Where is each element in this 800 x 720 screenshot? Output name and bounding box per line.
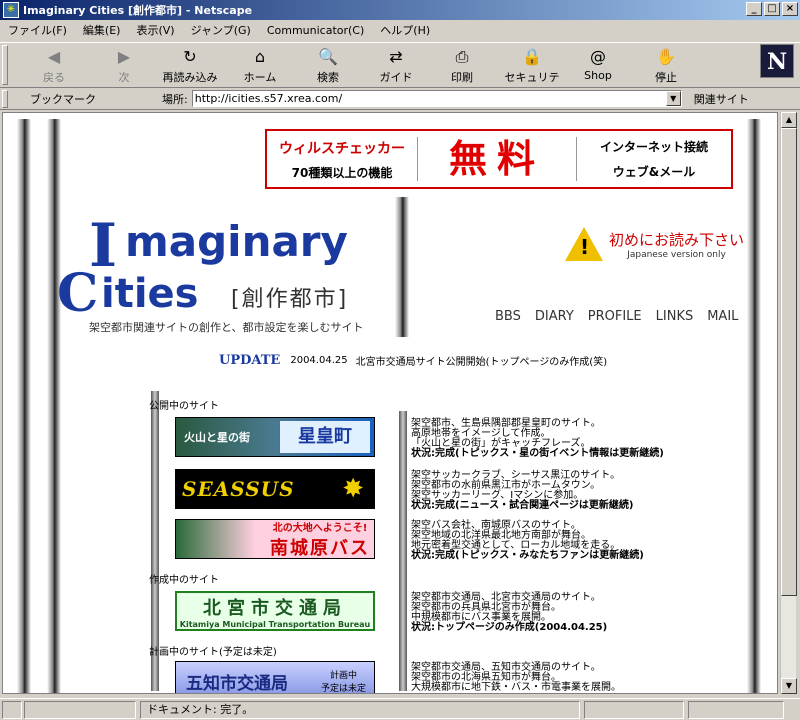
menu-help[interactable]: ヘルプ(H) bbox=[380, 22, 430, 38]
url-input[interactable]: http://icities.s57.xrea.com/ ▼ bbox=[191, 90, 682, 107]
lock-icon: 🔒 bbox=[522, 47, 542, 66]
update-date: 2004.04.25 bbox=[290, 355, 348, 366]
nav-bbs[interactable]: BBS bbox=[495, 309, 521, 324]
nav-profile[interactable]: PROFILE bbox=[588, 309, 642, 324]
navigation-toolbar: ◀戻る ▶次 ↻再読み込み ⌂ホーム 🔍検索 ⇄ガイド ⎙印刷 🔒セキュリティ … bbox=[0, 42, 800, 100]
search-icon: 🔍 bbox=[318, 47, 338, 66]
bookmarks-button[interactable]: ブックマーク bbox=[30, 91, 96, 107]
home-icon: ⌂ bbox=[254, 47, 266, 66]
section-open-label: 公開中のサイト bbox=[149, 401, 219, 412]
menu-edit[interactable]: 編集(E) bbox=[83, 22, 121, 38]
shop-button[interactable]: @ Shop bbox=[566, 47, 630, 85]
update-text: 北宮市交通局サイト公開開始(トップページのみ作成(笑) bbox=[355, 357, 608, 368]
gochi-transport-description: 架空都市交通局、五知市交通局のサイト。 架空都市の北海県五知市が舞台。 大規模都市に… bbox=[411, 662, 621, 693]
seikou-town-description: 架空都市、生島県隅部郡星皇町のサイト。 高原地帯をイメージして作成。 「火山と星の街… bbox=[411, 418, 664, 459]
read-first-text: 初めにお読み下さい bbox=[609, 230, 745, 249]
security-button[interactable]: 🔒セキュリティ bbox=[500, 47, 564, 100]
url-text: http://icities.s57.xrea.com/ bbox=[194, 92, 343, 105]
progress-box bbox=[584, 700, 684, 719]
ad-line-2: 70種類以上の機能 bbox=[291, 165, 393, 180]
left-rail bbox=[17, 119, 31, 693]
menu-communicator[interactable]: Communicator(C) bbox=[267, 24, 364, 37]
reload-button[interactable]: ↻ 再読み込み bbox=[158, 47, 222, 85]
toolbar-grip[interactable] bbox=[2, 45, 8, 85]
location-grip[interactable] bbox=[2, 89, 8, 108]
kitamiya-transport-banner[interactable]: 北宮市交通局 Kitamiya Municipal Transportation… bbox=[175, 591, 375, 631]
minamijohara-bus-banner[interactable]: 北の大地へようこそ! 南城原バス bbox=[175, 519, 375, 559]
nav-links[interactable]: LINKS bbox=[656, 309, 694, 324]
center-rail bbox=[395, 197, 409, 337]
read-first-link[interactable]: ! 初めにお読み下さい Japanese version only bbox=[565, 227, 744, 261]
forward-arrow-icon: ▶ bbox=[117, 47, 131, 66]
maximize-button[interactable]: □ bbox=[764, 2, 780, 16]
logo-japanese-title: [創作都市] bbox=[231, 287, 349, 312]
menu-go[interactable]: ジャンプ(G) bbox=[191, 22, 251, 38]
menu-bar: ファイル(F) 編集(E) 表示(V) ジャンプ(G) Communicator… bbox=[0, 20, 800, 40]
vertical-scrollbar[interactable]: ▲ ▼ bbox=[780, 112, 797, 694]
title-bar: ✳ Imaginary Cities [創作都市] - Netscape _ □… bbox=[0, 0, 800, 20]
search-button[interactable]: 🔍 検索 bbox=[296, 47, 360, 85]
reload-icon: ↻ bbox=[183, 47, 197, 66]
logo-letter-c: C bbox=[57, 263, 99, 324]
ad-line-3: インターネット接続 bbox=[599, 140, 708, 154]
scroll-up-icon[interactable]: ▲ bbox=[781, 112, 797, 128]
connection-indicator bbox=[24, 700, 136, 719]
page-viewport: ウィルスチェッカー 70種類以上の機能 無料 インターネット接続 ウェブ&メール… bbox=[2, 112, 778, 694]
ad-banner[interactable]: ウィルスチェッカー 70種類以上の機能 無料 インターネット接続 ウェブ&メール bbox=[265, 129, 733, 189]
menu-file[interactable]: ファイル(F) bbox=[8, 22, 67, 38]
forward-button[interactable]: ▶ 次 bbox=[92, 47, 156, 85]
stop-icon: ✋ bbox=[656, 47, 676, 66]
warning-icon: ! bbox=[565, 227, 603, 261]
stop-button[interactable]: ✋ 停止 bbox=[634, 47, 698, 85]
minimize-button[interactable]: _ bbox=[746, 2, 762, 16]
back-arrow-icon: ◀ bbox=[47, 47, 61, 66]
site-nav: BBS DIARY PROFILE LINKS MAIL bbox=[495, 309, 738, 324]
guide-icon: ⇄ bbox=[389, 47, 403, 66]
related-sites-button[interactable]: 関連サイト bbox=[694, 91, 749, 107]
status-security-icon[interactable] bbox=[2, 700, 22, 719]
component-bar[interactable] bbox=[688, 700, 784, 719]
left-rail-2 bbox=[47, 119, 61, 693]
shop-icon: @ bbox=[590, 47, 606, 66]
netscape-app-icon[interactable]: ✳ bbox=[3, 2, 19, 18]
logo-maginary: maginary bbox=[125, 217, 348, 266]
status-text: ドキュメント: 完了。 bbox=[140, 700, 580, 719]
ad-line-1: ウィルスチェッカー bbox=[279, 140, 405, 157]
home-button[interactable]: ⌂ ホーム bbox=[228, 47, 292, 85]
nav-diary[interactable]: DIARY bbox=[535, 309, 574, 324]
right-rail bbox=[747, 119, 761, 693]
url-dropdown-icon[interactable]: ▼ bbox=[665, 91, 681, 106]
guide-button[interactable]: ⇄ ガイド bbox=[364, 47, 428, 85]
update-line: UPDATE 2004.04.25 北宮市交通局サイト公開開始(トップページのみ… bbox=[219, 353, 607, 368]
content-mid-bar bbox=[399, 411, 407, 691]
status-bar: ドキュメント: 完了。 bbox=[0, 698, 800, 720]
star-icon: ✸ bbox=[342, 474, 364, 504]
gochi-transport-banner[interactable]: 五知市交通局 計画中 予定は未定 bbox=[175, 661, 375, 693]
nav-mail[interactable]: MAIL bbox=[707, 309, 738, 324]
minamijohara-bus-description: 架空バス会社、南城原バスのサイト。 架空地域の北洋県最北地方南部が舞台。 地元密着型… bbox=[411, 520, 644, 561]
ad-line-4: ウェブ&メール bbox=[612, 165, 696, 179]
seassus-kuroe-banner[interactable]: SEASSUS ✸ bbox=[175, 469, 375, 509]
logo-ities: ities bbox=[101, 271, 199, 317]
close-button[interactable]: × bbox=[782, 2, 798, 16]
section-making-label: 作成中のサイト bbox=[149, 575, 219, 586]
window-title: Imaginary Cities [創作都市] - Netscape bbox=[23, 4, 253, 17]
ad-free-text: 無料 bbox=[417, 137, 577, 181]
japanese-only-note: Japanese version only bbox=[627, 249, 726, 260]
print-icon: ⎙ bbox=[455, 47, 469, 66]
scroll-thumb[interactable] bbox=[781, 128, 797, 596]
update-logo: UPDATE bbox=[219, 353, 281, 368]
menu-view[interactable]: 表示(V) bbox=[136, 22, 174, 38]
kitamiya-transport-description: 架空都市交通局、北宮市交通局のサイト。 架空都市の兵具県北宮市が舞台。 中規模都市に… bbox=[411, 592, 608, 633]
scroll-down-icon[interactable]: ▼ bbox=[781, 678, 797, 694]
seikou-town-banner[interactable]: 火山と星の街 星皇町 bbox=[175, 417, 375, 457]
print-button[interactable]: ⎙ 印刷 bbox=[430, 47, 494, 85]
location-bar: ブックマーク 場所: http://icities.s57.xrea.com/ … bbox=[0, 88, 800, 110]
location-label: 場所: bbox=[162, 92, 188, 106]
netscape-logo[interactable]: N bbox=[760, 44, 794, 78]
site-tagline: 架空都市関連サイトの創作と、都市設定を楽しむサイト bbox=[89, 321, 364, 334]
section-planned-label: 計画中のサイト(予定は未定) bbox=[149, 647, 277, 658]
seassus-kuroe-description: 架空サッカークラブ、シーサス黒江のサイト。 架空都市の水前県黒江市がホームタウン。… bbox=[411, 470, 634, 511]
back-button[interactable]: ◀ 戻る bbox=[22, 47, 86, 85]
